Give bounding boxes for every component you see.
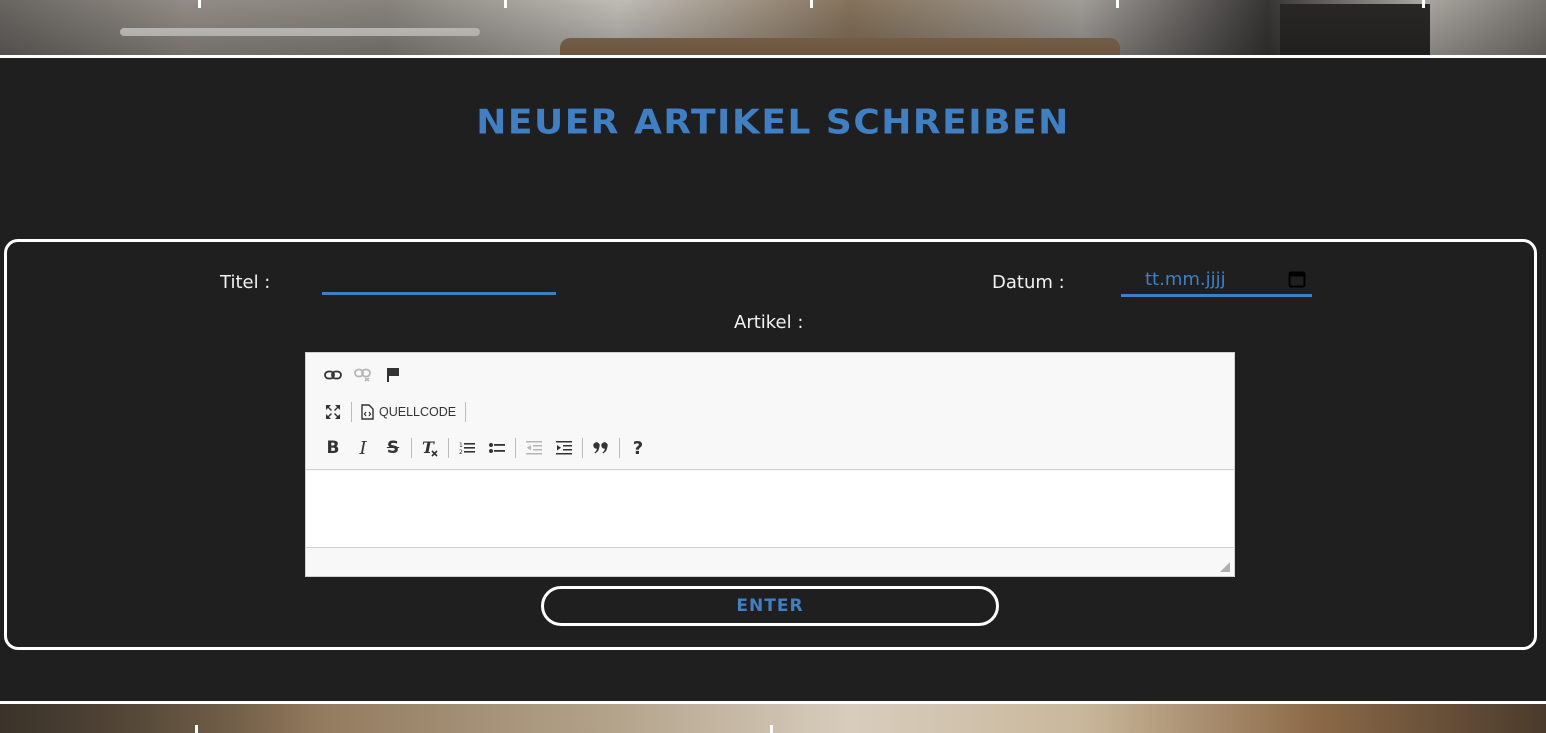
- editor-content-area[interactable]: [306, 471, 1234, 547]
- svg-text:1: 1: [459, 442, 463, 449]
- rich-text-editor: QUELLCODE B I S T 12 ?: [305, 352, 1235, 577]
- date-placeholder: tt.mm.jjjj: [1145, 269, 1226, 290]
- enter-button[interactable]: ENTER: [541, 586, 999, 626]
- editor-toolbar: QUELLCODE B I S T 12 ?: [306, 353, 1234, 470]
- toolbar-row-tools: QUELLCODE: [318, 399, 469, 425]
- outdent-icon[interactable]: [519, 435, 549, 461]
- resize-grip-icon[interactable]: [1220, 562, 1230, 572]
- toolbar-separator: [351, 402, 352, 422]
- date-input[interactable]: tt.mm.jjjj: [1121, 265, 1312, 297]
- toolbar-separator: [619, 438, 620, 458]
- toolbar-separator: [582, 438, 583, 458]
- banner-tick: [810, 0, 813, 8]
- svg-text:2: 2: [459, 449, 463, 455]
- indent-icon[interactable]: [549, 435, 579, 461]
- toolbar-separator: [411, 438, 412, 458]
- title-input[interactable]: [322, 266, 556, 295]
- toolbar-separator: [515, 438, 516, 458]
- page-title: NEUER ARTIKEL SCHREIBEN: [476, 103, 1070, 142]
- blockquote-icon[interactable]: [586, 435, 616, 461]
- source-code-button[interactable]: QUELLCODE: [379, 399, 462, 425]
- maximize-icon[interactable]: [318, 399, 348, 425]
- title-label: Titel :: [220, 272, 271, 293]
- toolbar-row-format: B I S T 12 ?: [318, 435, 653, 461]
- banner-shade: [0, 704, 320, 733]
- banner-tick: [198, 0, 201, 8]
- unlink-icon[interactable]: [348, 362, 378, 388]
- calendar-icon[interactable]: [1288, 270, 1306, 288]
- banner-tick: [1116, 0, 1119, 8]
- editor-status-bar: [306, 547, 1234, 576]
- toolbar-separator: [448, 438, 449, 458]
- toolbar-separator: [465, 402, 467, 422]
- bold-icon[interactable]: B: [318, 435, 348, 461]
- flag-anchor-icon[interactable]: [378, 362, 408, 388]
- article-label: Artikel :: [734, 312, 804, 333]
- bulleted-list-icon[interactable]: [482, 435, 512, 461]
- date-label: Datum :: [992, 272, 1065, 293]
- top-banner-image: [0, 0, 1546, 55]
- link-icon[interactable]: [318, 362, 348, 388]
- source-code-icon[interactable]: [355, 399, 379, 425]
- banner-tick: [195, 725, 198, 733]
- toolbar-row-links: [318, 362, 408, 388]
- numbered-list-icon[interactable]: 12: [452, 435, 482, 461]
- help-icon[interactable]: ?: [623, 435, 653, 461]
- banner-shade: [0, 0, 1546, 55]
- strikethrough-icon[interactable]: S: [378, 435, 408, 461]
- banner-tick: [770, 725, 773, 733]
- italic-icon[interactable]: I: [348, 435, 378, 461]
- bottom-banner-image: [0, 701, 1546, 733]
- banner-tick: [1422, 0, 1425, 8]
- banner-tick: [504, 0, 507, 8]
- remove-format-icon[interactable]: T: [415, 435, 445, 461]
- banner-divider: [0, 55, 1546, 58]
